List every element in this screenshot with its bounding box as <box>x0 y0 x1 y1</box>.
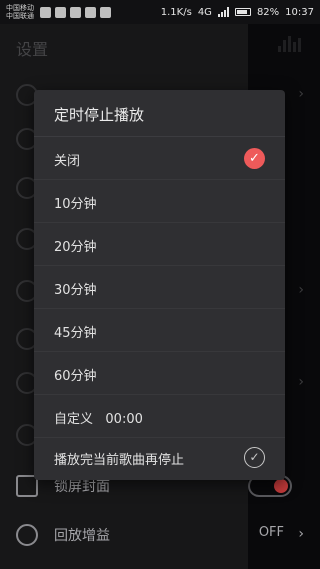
option-30min[interactable]: 30分钟 <box>34 266 285 309</box>
status-right: 1.1K/s 4G 82% 10:37 <box>161 7 314 18</box>
app2-notification-icon <box>85 6 96 18</box>
row-label: 回放增益 <box>54 528 110 544</box>
replay-gain-icon <box>16 524 38 546</box>
option-label: 播放完当前歌曲再停止 <box>54 453 185 468</box>
option-custom[interactable]: 自定义 00:00 <box>34 395 285 438</box>
carrier-1: 中国移动 <box>6 4 34 12</box>
battery-icon <box>234 8 251 16</box>
option-label: 自定义 00:00 <box>54 412 143 427</box>
net-speed: 1.1K/s <box>160 6 192 18</box>
carrier-2: 中国联通 <box>6 12 34 20</box>
message-notification-icon <box>70 6 81 18</box>
carrier-info: 中国移动 中国联通 <box>6 4 34 20</box>
option-stop-after-song[interactable]: 播放完当前歌曲再停止 ✓ <box>34 436 285 479</box>
settings-row-replay-gain[interactable]: 回放增益 OFF › <box>0 512 320 556</box>
sleep-timer-dialog: 定时停止播放 关闭 ✓ 10分钟 20分钟 30分钟 45分钟 60分钟 自定义… <box>34 90 285 480</box>
dialog-title: 定时停止播放 <box>54 106 145 124</box>
status-bar: 中国移动 中国联通 1.1K/s 4G 82% 10:37 <box>0 0 320 24</box>
option-label: 关闭 <box>54 154 81 169</box>
option-label: 30分钟 <box>54 283 97 298</box>
network-type: 4G <box>197 6 212 18</box>
battery-level: 82% <box>256 6 280 18</box>
app-notification-icon <box>40 6 51 18</box>
option-60min[interactable]: 60分钟 <box>34 352 285 395</box>
app3-notification-icon <box>100 6 111 18</box>
signal-icon <box>217 7 229 17</box>
check-selected-icon: ✓ <box>244 148 265 169</box>
clock: 10:37 <box>285 6 314 18</box>
option-10min[interactable]: 10分钟 <box>34 180 285 223</box>
image-notification-icon <box>55 6 66 18</box>
option-label: 60分钟 <box>54 369 97 384</box>
option-label: 10分钟 <box>54 197 97 212</box>
notification-icons <box>40 6 111 18</box>
option-label: 45分钟 <box>54 326 97 341</box>
option-20min[interactable]: 20分钟 <box>34 223 285 266</box>
checkbox-unchecked-icon[interactable]: ✓ <box>244 447 265 468</box>
option-off[interactable]: 关闭 ✓ <box>34 137 285 180</box>
option-45min[interactable]: 45分钟 <box>34 309 285 352</box>
option-label: 20分钟 <box>54 240 97 255</box>
replay-gain-value: OFF <box>258 525 284 540</box>
chevron-right-icon: › <box>298 526 304 542</box>
